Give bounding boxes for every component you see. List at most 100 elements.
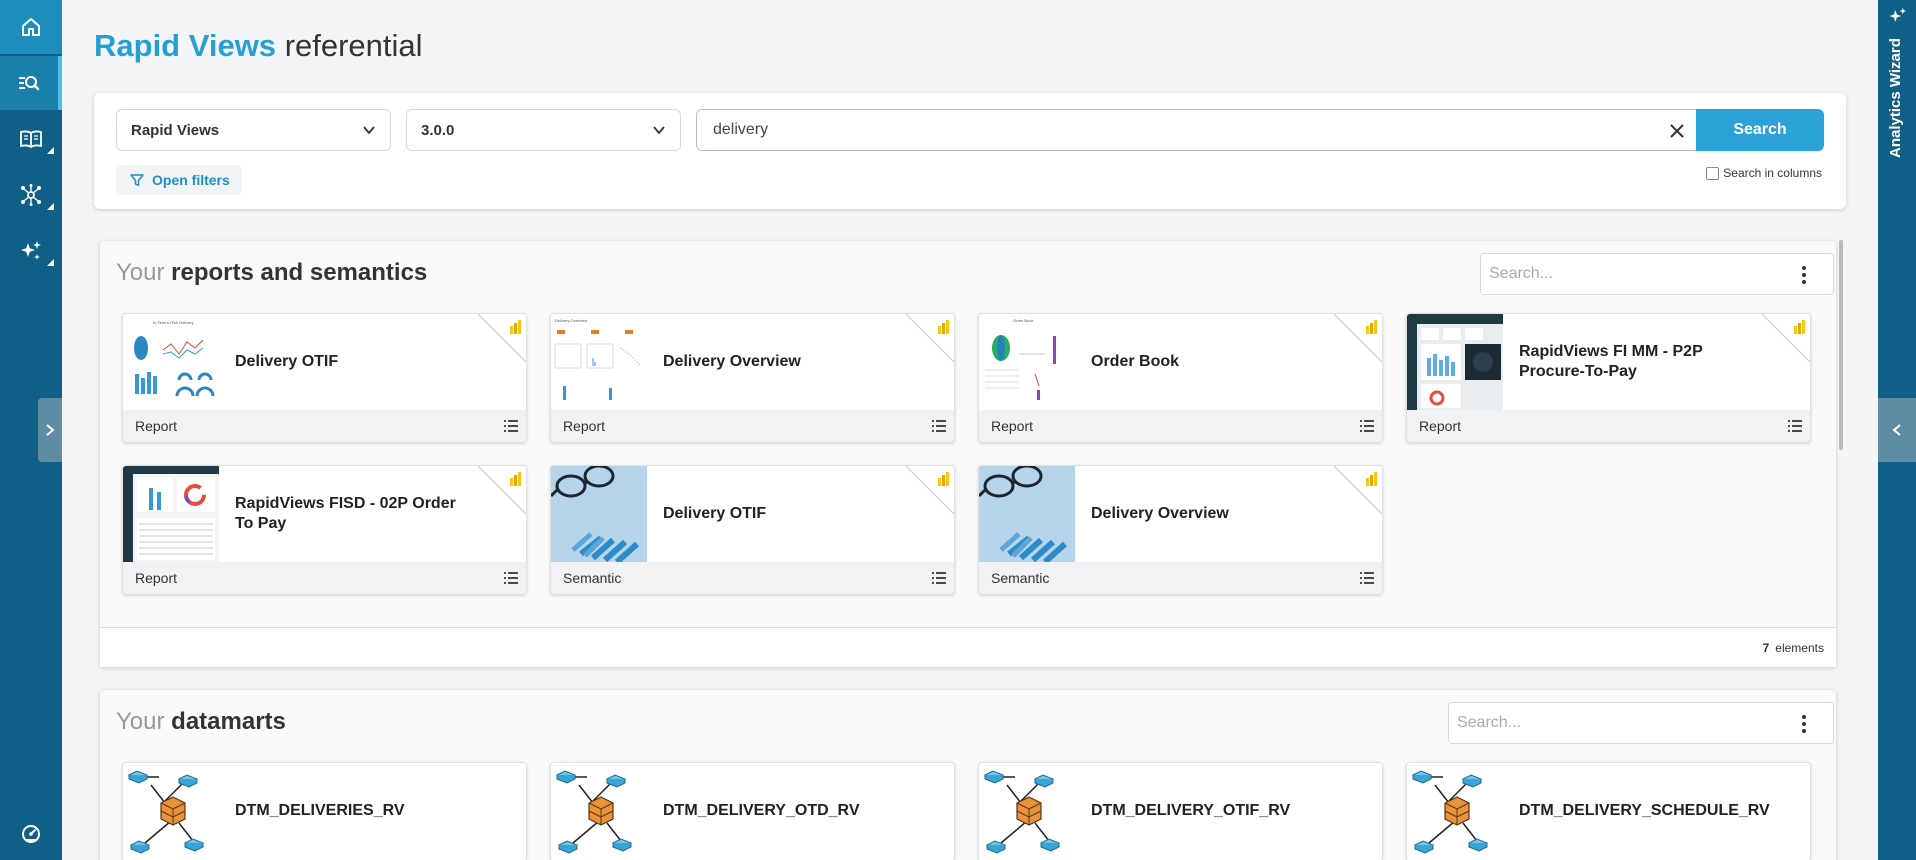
support-dashboard-icon	[22, 825, 40, 843]
datamart-card-name: DTM_DELIVERIES_RV	[235, 802, 405, 819]
sidebar-item-search[interactable]	[0, 56, 62, 110]
product-select[interactable]: Rapid Views	[116, 109, 391, 151]
report-card[interactable]: In Time In Full Delivery Delivery OTIF R…	[122, 313, 527, 443]
reports-search-input[interactable]: Search...	[1480, 253, 1834, 295]
home-icon	[22, 18, 40, 36]
powerbi-icon	[906, 314, 954, 362]
card-type-label: Report	[563, 418, 606, 434]
right-panel-expand-button[interactable]	[1878, 398, 1916, 462]
card-footer: Report	[123, 562, 526, 594]
reports-count: 7	[1762, 640, 1770, 655]
powerbi-icon	[1334, 466, 1382, 514]
search-input-value: delivery	[713, 121, 769, 138]
report-card[interactable]: Order Book Order Book Report	[978, 313, 1383, 443]
powerbi-icon	[1334, 314, 1382, 362]
network-icon	[21, 184, 41, 206]
list-icon[interactable]	[932, 420, 946, 432]
page-title-rest: referential	[284, 28, 423, 63]
datamarts-more-menu-icon[interactable]	[1794, 712, 1814, 736]
sidebar-item-network[interactable]	[0, 168, 62, 222]
section-title-main: datamarts	[171, 708, 286, 735]
report-card-name: RapidViews FISD - 02P Order To Pay	[235, 495, 456, 532]
search-input[interactable]: delivery	[696, 109, 1698, 151]
datamarts-search-input[interactable]: Search...	[1448, 702, 1834, 744]
datamart-cube-icon	[983, 770, 1061, 854]
card-type-label: Semantic	[991, 570, 1050, 586]
datamart-card-name: DTM_DELIVERY_SCHEDULE_RV	[1519, 802, 1770, 819]
powerbi-icon	[1762, 314, 1810, 362]
section-title-main: reports and semantics	[171, 259, 428, 286]
main-content: Rapid Views referential Rapid Views 3.0.…	[62, 0, 1878, 860]
sparkles-icon	[1889, 7, 1907, 22]
report-thumbnail	[123, 466, 219, 562]
card-type-label: Semantic	[563, 570, 622, 586]
powerbi-icon	[906, 466, 954, 514]
reports-more-menu-icon[interactable]	[1794, 263, 1814, 287]
card-type-label: Report	[135, 418, 178, 434]
chevron-right-icon	[46, 424, 55, 436]
report-card[interactable]: RapidViews FISD - 02P Order To Pay Repor…	[122, 465, 527, 595]
datamart-card[interactable]: DTM_DELIVERY_OTIF_RV	[978, 762, 1383, 860]
search-in-columns-checkbox[interactable]	[1706, 166, 1720, 180]
chevron-down-icon	[363, 126, 375, 135]
report-card[interactable]: Delivery Overview Delivery Overview Repo…	[550, 313, 955, 443]
search-in-columns-label: Search in columns	[1723, 166, 1822, 180]
sparkles-icon	[21, 241, 41, 260]
card-type-label: Report	[991, 418, 1034, 434]
sidebar-item-home[interactable]	[0, 0, 62, 54]
sidebar-expand-button[interactable]	[38, 398, 62, 462]
report-card-name: Delivery Overview	[663, 353, 801, 370]
card-footer: Semantic	[979, 562, 1382, 594]
version-select-value: 3.0.0	[421, 121, 455, 139]
svg-text:Delivery Overview: Delivery Overview	[555, 318, 587, 323]
semantic-card[interactable]: Delivery OTIF Semantic	[550, 465, 955, 595]
main-scrollbar[interactable]	[1839, 240, 1843, 450]
search-list-icon	[19, 76, 40, 91]
list-icon[interactable]	[1788, 420, 1802, 432]
chevron-down-icon	[653, 126, 665, 135]
datamarts-section: Your datamarts Search... DTM_DELIVERIES_…	[100, 690, 1836, 860]
list-icon[interactable]	[932, 572, 946, 584]
semantic-card-name: Delivery Overview	[1091, 505, 1229, 522]
filter-icon	[130, 174, 144, 187]
list-icon[interactable]	[1360, 420, 1374, 432]
page-title: Rapid Views referential	[94, 28, 423, 64]
reports-count-footer: 7 elements	[100, 627, 1836, 667]
report-card-name: Order Book	[1091, 353, 1180, 370]
datamart-card-name: DTM_DELIVERY_OTIF_RV	[1091, 802, 1291, 819]
sidebar-item-support[interactable]	[0, 806, 62, 860]
datamart-card[interactable]: DTM_DELIVERY_OTD_RV	[550, 762, 955, 860]
list-icon[interactable]	[504, 572, 518, 584]
search-button[interactable]: Search	[1696, 109, 1824, 151]
search-panel: Rapid Views 3.0.0 delivery Search Open f…	[94, 93, 1846, 209]
datamart-cube-icon	[555, 770, 633, 854]
card-type-label: Report	[135, 570, 178, 586]
powerbi-icon	[478, 314, 526, 362]
report-card[interactable]: RapidViews FI MM - P2P Procure-To-Pay Re…	[1406, 313, 1811, 443]
datamart-card[interactable]: DTM_DELIVERIES_RV	[122, 762, 527, 860]
card-footer: Semantic	[551, 562, 954, 594]
list-icon[interactable]	[504, 420, 518, 432]
sidebar-item-documentation[interactable]	[0, 112, 62, 166]
semantic-thumbnail	[551, 466, 647, 562]
card-footer: Report	[1407, 410, 1810, 442]
reports-search-placeholder: Search...	[1489, 265, 1554, 282]
clear-icon[interactable]	[1667, 121, 1687, 141]
report-thumbnail: In Time In Full Delivery	[123, 314, 219, 410]
report-card-name: RapidViews FI MM - P2P Procure-To-Pay	[1519, 343, 1703, 380]
datamarts-section-title: Your datamarts	[116, 708, 286, 736]
open-filters-button[interactable]: Open filters	[116, 165, 242, 195]
card-footer: Report	[123, 410, 526, 442]
reports-section-title: Your reports and semantics	[116, 259, 427, 287]
datamart-card[interactable]: DTM_DELIVERY_SCHEDULE_RV	[1406, 762, 1811, 860]
report-thumbnail: Order Book	[979, 314, 1075, 410]
card-type-label: Report	[1419, 418, 1462, 434]
semantic-card[interactable]: Delivery Overview Semantic	[978, 465, 1383, 595]
list-icon[interactable]	[1360, 572, 1374, 584]
section-title-prefix: Your	[116, 708, 165, 735]
product-select-value: Rapid Views	[131, 121, 220, 139]
submenu-indicator-icon	[47, 147, 54, 154]
card-footer: Report	[979, 410, 1382, 442]
version-select[interactable]: 3.0.0	[406, 109, 681, 151]
sidebar-item-ai[interactable]	[0, 224, 62, 278]
